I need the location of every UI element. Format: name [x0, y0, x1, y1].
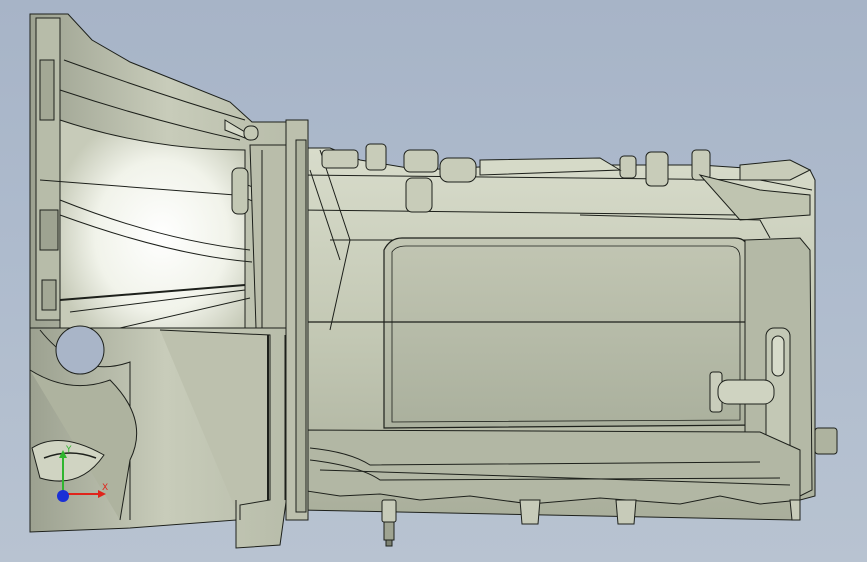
- transmission-model[interactable]: X Y: [0, 0, 867, 562]
- 3d-viewport[interactable]: X Y: [0, 0, 867, 562]
- bell-housing-lower: [29, 325, 301, 549]
- x-axis-label: X: [102, 483, 108, 493]
- oil-pan: [299, 429, 801, 547]
- z-axis-marker: [57, 490, 69, 502]
- y-axis-label: Y: [65, 445, 72, 455]
- flange: [285, 119, 309, 521]
